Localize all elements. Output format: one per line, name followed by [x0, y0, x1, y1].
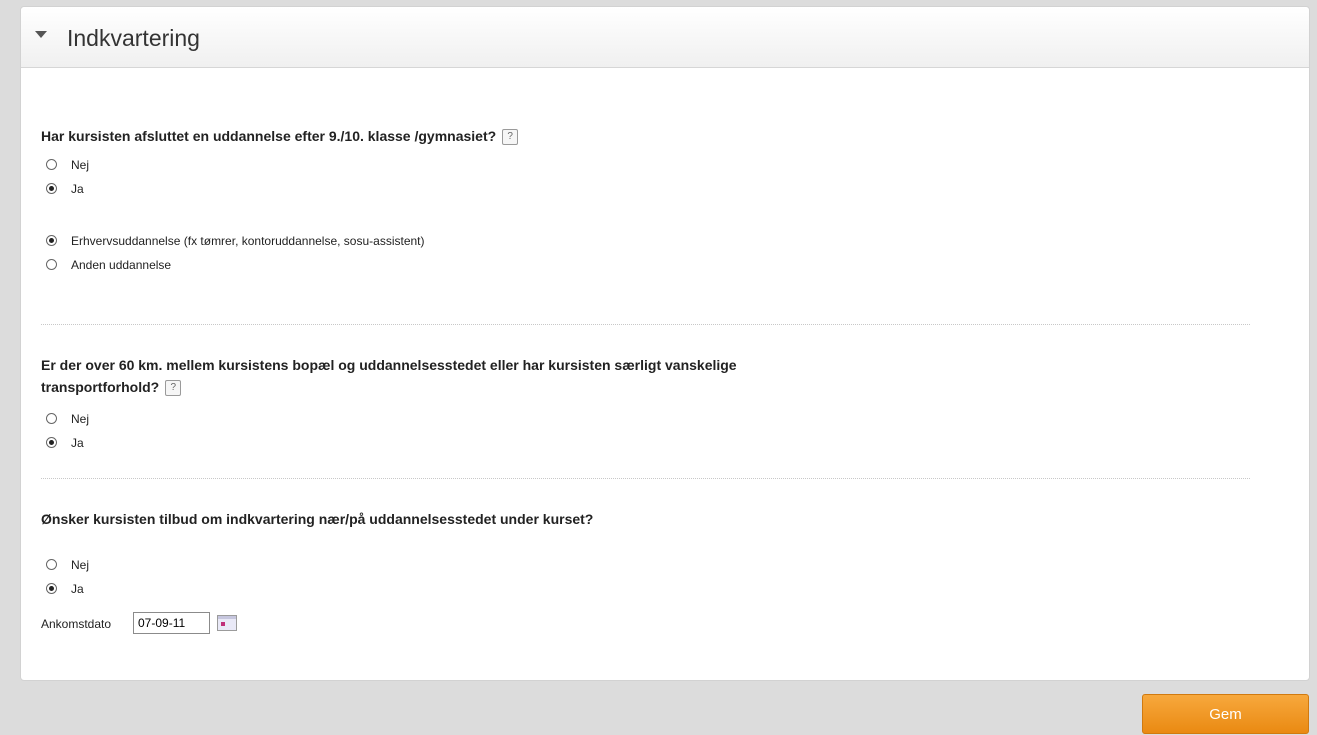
question-2-text-line1: Er der over 60 km. mellem kursistens bop… — [41, 357, 737, 373]
radio-label: Anden uddannelse — [71, 258, 172, 272]
radio-ja[interactable] — [46, 437, 57, 448]
radio-erhvervsuddannelse[interactable] — [46, 235, 57, 246]
help-icon[interactable]: ? — [502, 129, 519, 145]
question-3: Ønsker kursisten tilbud om indkvartering… — [41, 511, 593, 527]
accommodation-panel: Indkvartering — [20, 6, 1310, 681]
radio-anden-uddannelse[interactable] — [46, 259, 57, 270]
arrival-date-input[interactable] — [133, 612, 210, 634]
panel-header[interactable]: Indkvartering — [21, 7, 1309, 68]
divider — [41, 324, 1250, 325]
question-2-text-line2: transportforhold? — [41, 379, 160, 395]
radio-nej[interactable] — [46, 159, 57, 170]
save-button[interactable]: Gem — [1142, 694, 1309, 734]
radio-ja[interactable] — [46, 583, 57, 594]
radio-label: Nej — [71, 158, 90, 172]
help-icon[interactable]: ? — [165, 380, 182, 396]
question-1: Har kursisten afsluttet en uddannelse ef… — [41, 128, 519, 145]
question-1-text: Har kursisten afsluttet en uddannelse ef… — [41, 128, 497, 144]
radio-nej[interactable] — [46, 559, 57, 570]
calendar-icon[interactable] — [217, 615, 237, 631]
radio-nej[interactable] — [46, 413, 57, 424]
radio-label: Ja — [71, 436, 84, 450]
radio-label: Nej — [71, 412, 90, 426]
radio-label: Nej — [71, 558, 90, 572]
panel-title: Indkvartering — [67, 25, 200, 51]
radio-label: Ja — [71, 182, 84, 196]
radio-label: Ja — [71, 582, 84, 596]
arrival-date-label: Ankomstdato — [41, 617, 112, 631]
radio-ja[interactable] — [46, 183, 57, 194]
question-3-text: Ønsker kursisten tilbud om indkvartering… — [41, 511, 594, 527]
divider — [41, 478, 1250, 479]
caret-down-icon[interactable] — [35, 31, 47, 38]
question-2: Er der over 60 km. mellem kursistens bop… — [41, 354, 737, 398]
radio-label: Erhvervsuddannelse (fx tømrer, kontorudd… — [71, 234, 425, 248]
